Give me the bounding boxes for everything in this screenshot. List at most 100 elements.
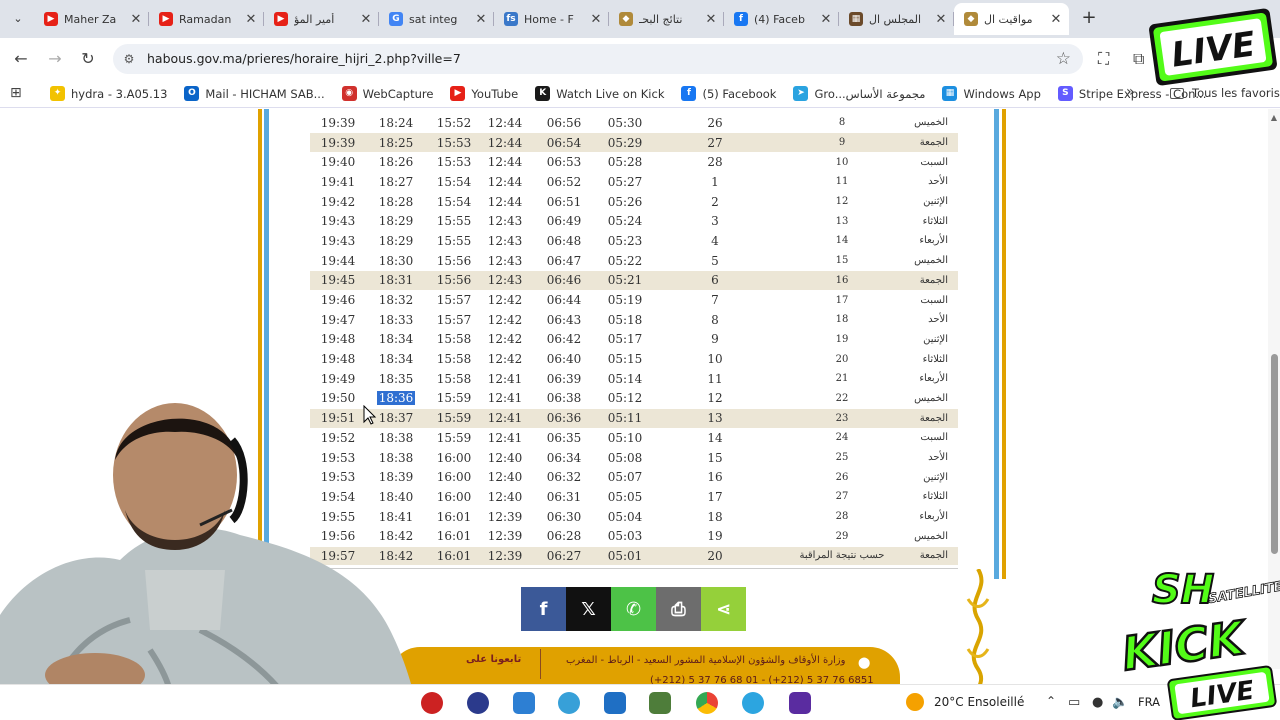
cell-asr: 15:54 <box>426 191 482 212</box>
cell-greg: 18 <box>650 506 780 527</box>
screenshot-extension-icon[interactable]: ⛶ <box>1098 49 1109 69</box>
bookmark-favicon-icon: f <box>681 86 697 101</box>
cell-day: الإثنين <box>904 329 958 350</box>
site-info-icon[interactable]: ⚙ <box>121 51 137 67</box>
cell-isha: 19:39 <box>310 113 366 134</box>
cell-asr: 15:52 <box>426 113 482 134</box>
tab-close-icon[interactable]: ✕ <box>359 12 373 27</box>
forward-arrow-icon[interactable]: → <box>44 48 66 70</box>
cell-greg: 14 <box>650 428 780 449</box>
cell-maghrib: 18:31 <box>366 270 426 291</box>
tab-close-icon[interactable]: ✕ <box>129 12 143 27</box>
share-share-icon[interactable]: ⋖ <box>701 587 746 631</box>
cell-dhuhr: 12:42 <box>482 309 528 331</box>
chrome-icon[interactable] <box>696 692 718 714</box>
whatsapp-share-icon[interactable]: ✆ <box>611 587 656 631</box>
bookmark-item[interactable]: ▦ Windows App <box>942 86 1041 101</box>
cell-fajr: 05:26 <box>600 191 650 212</box>
cell-hijri: حسب نتيجة المراقبة <box>780 546 904 567</box>
cell-fajr: 05:11 <box>600 408 650 429</box>
telegram-icon[interactable] <box>742 692 764 714</box>
app-icon-red[interactable] <box>421 692 443 714</box>
bookmark-label: YouTube <box>471 86 519 101</box>
bookmark-star-icon[interactable]: ☆ <box>1056 49 1071 69</box>
tray-overflow-chevron-icon[interactable]: ⌃ <box>1046 694 1056 708</box>
webcam-overlay <box>0 403 420 720</box>
bookmark-label: Watch Live on Kick <box>556 86 665 101</box>
bookmark-item[interactable]: ◉ WebCapture <box>341 86 433 101</box>
cell-day: الجمعة <box>904 408 958 429</box>
apps-grid-icon[interactable]: ⊞ <box>10 85 22 101</box>
cell-greg: 7 <box>650 290 780 311</box>
browser-tab[interactable]: ▶ Maher Za ✕ <box>34 3 149 35</box>
table-row: 19:43 18:29 15:55 12:43 06:49 05:24 3 13 الثلاثا… <box>310 211 958 232</box>
bookmark-item[interactable]: ▶ YouTube <box>450 86 518 101</box>
tab-close-icon[interactable]: ✕ <box>934 12 948 27</box>
cell-hijri: 19 <box>780 329 904 350</box>
cell-isha: 19:42 <box>310 191 366 212</box>
back-arrow-icon[interactable]: ← <box>10 48 32 70</box>
weather-sun-icon[interactable] <box>906 693 924 711</box>
scroll-thumb[interactable] <box>1271 354 1278 554</box>
tab-close-icon[interactable]: ✕ <box>819 12 833 27</box>
app-icon-green[interactable] <box>649 692 671 714</box>
network-icon[interactable]: ▭ <box>1068 695 1080 710</box>
cell-dhuhr: 12:44 <box>482 132 528 153</box>
tab-close-icon[interactable]: ✕ <box>1049 12 1063 27</box>
browser-tab[interactable]: Gsat integ ✕ <box>379 3 494 35</box>
cell-shuruq: 06:46 <box>528 270 600 291</box>
cell-shuruq: 06:43 <box>528 309 600 331</box>
browser-tab[interactable]: fs Home - F ✕ <box>494 3 609 35</box>
address-bar[interactable]: ⚙ habous.gov.ma/prieres/horaire_hijri_2.… <box>113 44 1083 74</box>
scroll-up-arrow-icon[interactable]: ▲ <box>1268 113 1280 122</box>
browser-tab[interactable]: ▶ أمير المؤ ✕ <box>264 3 379 35</box>
cell-asr: 15:57 <box>426 290 482 311</box>
browser-tab[interactable]: ▶ Ramadan ✕ <box>149 3 264 35</box>
bookmark-item[interactable]: O Mail - HICHAM SAB... <box>184 86 325 101</box>
url-text[interactable]: habous.gov.ma/prieres/horaire_hijri_2.ph… <box>147 51 461 66</box>
cell-dhuhr: 12:43 <box>482 231 528 252</box>
cell-hijri: 28 <box>780 506 904 527</box>
tab-favicon-icon: fs <box>504 12 518 26</box>
bookmark-item[interactable]: K Watch Live on Kick <box>535 86 664 101</box>
app-icon-blue[interactable] <box>558 692 580 714</box>
tab-close-icon[interactable]: ✕ <box>474 12 488 27</box>
tab-close-icon[interactable]: ✕ <box>244 12 258 27</box>
tab-close-icon[interactable]: ✕ <box>704 12 718 27</box>
cell-asr: 16:01 <box>426 506 482 527</box>
tab-favicon-icon: ◆ <box>619 12 633 26</box>
calculator-icon[interactable] <box>604 692 626 714</box>
file-explorer-icon[interactable] <box>513 692 535 714</box>
browser-tab[interactable]: ◆ نتائج البحـ ✕ <box>609 3 724 35</box>
cell-isha: 19:48 <box>310 349 366 370</box>
browser-tab[interactable]: ▦ المجلس ال ✕ <box>839 3 954 35</box>
browser-tab[interactable]: f (4) Faceb ✕ <box>724 3 839 35</box>
bookmark-item[interactable]: ✦ hydra - 3.A05.13 <box>50 86 167 101</box>
weather-text[interactable]: 20°C Ensoleillé <box>934 695 1024 709</box>
logo-sh-text: SH <box>1152 567 1214 613</box>
app-icon-camera[interactable] <box>467 692 489 714</box>
cell-greg: 17 <box>650 487 780 508</box>
tab-search-chevron-icon[interactable]: ⌄ <box>6 8 30 30</box>
browser-tab[interactable]: ◆ مواقيت ال ✕ <box>954 3 1069 35</box>
x-share-icon[interactable]: 𝕏 <box>566 587 611 631</box>
bookmark-item[interactable]: ➤ Gro...مجموعة الأساس <box>793 86 925 101</box>
cell-day: الخميس <box>904 250 958 271</box>
facebook-share-icon[interactable]: f <box>521 587 566 631</box>
tab-title: Home - F <box>524 12 574 26</box>
bookmark-favicon-icon: O <box>184 86 200 101</box>
reload-icon[interactable]: ↻ <box>77 48 99 70</box>
new-tab-button[interactable]: + <box>1078 6 1100 30</box>
cell-fajr: 05:30 <box>600 113 650 134</box>
app-icon-purple[interactable] <box>789 692 811 714</box>
bookmark-item[interactable]: f (5) Facebook <box>681 86 776 101</box>
tab-list: ▶ Maher Za ✕ ▶ Ramadan ✕ ▶ أمير المؤ ✕ Gsat integ… <box>34 3 1069 35</box>
microphone-icon[interactable]: ● <box>1092 695 1103 710</box>
bookmarks-more-chevron-icon[interactable]: » <box>1126 84 1135 100</box>
cell-shuruq: 06:52 <box>528 172 600 193</box>
print-share-icon[interactable]: ⎙ <box>656 587 701 631</box>
extensions-puzzle-icon[interactable]: ⧉ <box>1133 49 1144 69</box>
tab-close-icon[interactable]: ✕ <box>589 12 603 27</box>
cell-maghrib: 18:29 <box>366 211 426 232</box>
cell-greg: 28 <box>650 152 780 173</box>
